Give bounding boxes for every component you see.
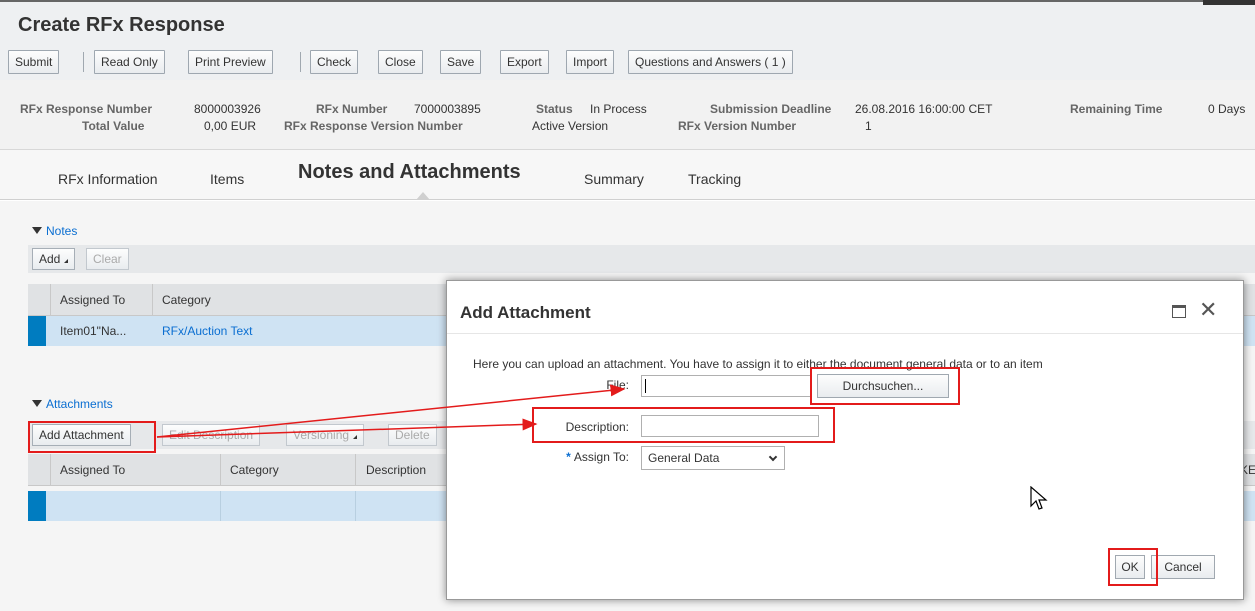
mouse-cursor-icon [1030, 486, 1048, 510]
remaining-time-value: 0 Days [1208, 102, 1246, 116]
dropdown-triangle-icon [64, 259, 69, 263]
tab-summary[interactable]: Summary [584, 171, 644, 187]
attachments-column-assigned-to[interactable]: Assigned To [60, 463, 125, 477]
tab-items[interactable]: Items [210, 171, 244, 187]
toolbar-separator [83, 52, 84, 72]
column-separator [50, 284, 51, 316]
edit-description-button[interactable]: Edit Description [162, 424, 261, 446]
row-selector[interactable] [28, 491, 46, 521]
attachments-column-description[interactable]: Description [366, 463, 426, 477]
chevron-down-icon [768, 452, 778, 462]
column-separator [50, 454, 51, 486]
highlight-ok [1108, 548, 1158, 586]
rfx-response-version-label: RFx Response Version Number [284, 119, 463, 133]
collapse-triangle-icon [32, 227, 42, 234]
highlight-browse [810, 367, 960, 405]
assign-to-value: General Data [648, 451, 720, 465]
file-input[interactable] [641, 375, 811, 397]
column-separator [152, 284, 153, 316]
total-value-label: Total Value [82, 119, 145, 133]
notes-add-button[interactable]: Add [32, 248, 76, 270]
toolbar-separator [300, 52, 301, 72]
attachments-column-category[interactable]: Category [230, 463, 279, 477]
dialog-divider [447, 333, 1243, 334]
save-button[interactable]: Save [440, 50, 482, 74]
notes-add-label: Add [39, 252, 61, 266]
total-value-value: 0,00 EUR [204, 119, 257, 133]
column-separator [355, 491, 356, 521]
notes-column-assigned-to[interactable]: Assigned To [60, 293, 125, 307]
assign-to-select[interactable]: General Data [641, 446, 785, 470]
close-icon[interactable]: ✕ [1199, 297, 1217, 323]
tab-tracking[interactable]: Tracking [688, 171, 741, 187]
notes-clear-button[interactable]: Clear [86, 248, 129, 270]
read-only-button[interactable]: Read Only [94, 50, 165, 74]
column-separator [220, 454, 221, 486]
row-selector[interactable] [28, 316, 46, 346]
rfx-version-value: 1 [865, 119, 872, 133]
rfx-number-value: 7000003895 [414, 102, 481, 116]
export-button[interactable]: Export [500, 50, 549, 74]
rfx-response-number-label: RFx Response Number [20, 102, 153, 116]
active-tab-indicator [416, 192, 430, 200]
assign-to-label: Assign To: [573, 450, 629, 464]
tab-rfx-information[interactable]: RFx Information [58, 171, 158, 187]
title-bar: Create RFx Response [0, 0, 1255, 46]
file-label: File: [606, 378, 629, 392]
status-value: In Process [590, 102, 647, 116]
note-category-link[interactable]: RFx/Auction Text [162, 324, 252, 338]
assign-to-label-wrap: * Assign To: [537, 450, 629, 464]
versioning-label: Versioning [293, 428, 350, 442]
attachments-section-toggle[interactable]: Attachments [32, 397, 113, 411]
tab-notes-and-attachments[interactable]: Notes and Attachments [298, 161, 521, 184]
tab-strip: RFx Information Items Notes and Attachme… [0, 150, 1255, 200]
dialog-title: Add Attachment [460, 303, 591, 322]
notes-column-category[interactable]: Category [162, 293, 211, 307]
document-header: RFx Response Number 8000003926 Total Val… [0, 80, 1255, 150]
rfx-response-version-value: Active Version [532, 119, 609, 133]
window-corner [1203, 0, 1255, 5]
column-separator [355, 454, 356, 486]
import-button[interactable]: Import [566, 50, 615, 74]
print-preview-button[interactable]: Print Preview [188, 50, 273, 74]
highlight-description [532, 407, 835, 443]
submission-deadline-label: Submission Deadline [710, 102, 832, 116]
text-cursor [645, 379, 646, 393]
column-separator [220, 491, 221, 521]
cancel-button[interactable]: Cancel [1151, 555, 1215, 579]
submit-button[interactable]: Submit [8, 50, 60, 74]
notes-section-toggle[interactable]: Notes [32, 224, 77, 238]
remaining-time-label: Remaining Time [1070, 102, 1163, 116]
page-title: Create RFx Response [18, 14, 225, 36]
dropdown-triangle-icon [353, 435, 358, 439]
note-assigned-to: Item01"Na... [60, 324, 127, 338]
versioning-button[interactable]: Versioning [286, 424, 365, 446]
check-button[interactable]: Check [310, 50, 359, 74]
maximize-icon[interactable] [1172, 305, 1186, 318]
rfx-response-number-value: 8000003926 [194, 102, 261, 116]
attachments-section-title: Attachments [46, 397, 113, 411]
rfx-version-label: RFx Version Number [678, 119, 797, 133]
close-button[interactable]: Close [378, 50, 423, 74]
delete-button[interactable]: Delete [388, 424, 437, 446]
notes-toolbar: Add Clear [28, 245, 1255, 273]
rfx-number-label: RFx Number [316, 102, 388, 116]
collapse-triangle-icon [32, 400, 42, 407]
submission-deadline-value: 26.08.2016 16:00:00 CET [855, 102, 993, 116]
highlight-add-attachment [28, 421, 156, 453]
main-toolbar: Submit Read Only Print Preview Check Clo… [0, 46, 1255, 80]
questions-answers-button[interactable]: Questions and Answers ( 1 ) [628, 50, 793, 74]
required-marker: * [566, 450, 571, 464]
notes-section-title: Notes [46, 224, 78, 238]
status-label: Status [536, 102, 573, 116]
